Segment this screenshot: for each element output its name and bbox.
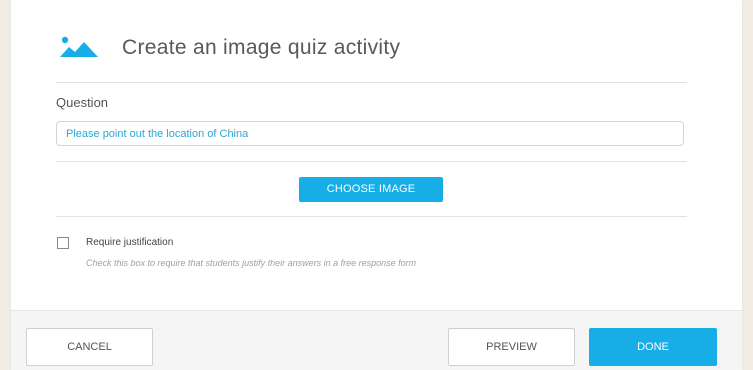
image-divider [56, 216, 687, 217]
create-image-quiz-dialog: Create an image quiz activity Question C… [11, 0, 742, 370]
preview-button[interactable]: PREVIEW [448, 328, 575, 366]
require-justification-label: Require justification [86, 237, 174, 248]
dialog-header: Create an image quiz activity [11, 0, 742, 82]
question-label: Question [56, 95, 109, 110]
require-justification-checkbox[interactable] [57, 237, 69, 249]
header-divider [56, 82, 687, 83]
question-input[interactable] [56, 121, 684, 146]
done-button[interactable]: DONE [589, 328, 717, 366]
image-landscape-icon [60, 36, 98, 58]
dialog-footer: CANCEL PREVIEW DONE [11, 310, 742, 370]
choose-image-button[interactable]: CHOOSE IMAGE [299, 177, 443, 202]
cancel-button[interactable]: CANCEL [26, 328, 153, 366]
require-justification-help: Check this box to require that students … [86, 258, 417, 268]
question-divider [56, 161, 687, 162]
dialog-title: Create an image quiz activity [122, 36, 401, 59]
